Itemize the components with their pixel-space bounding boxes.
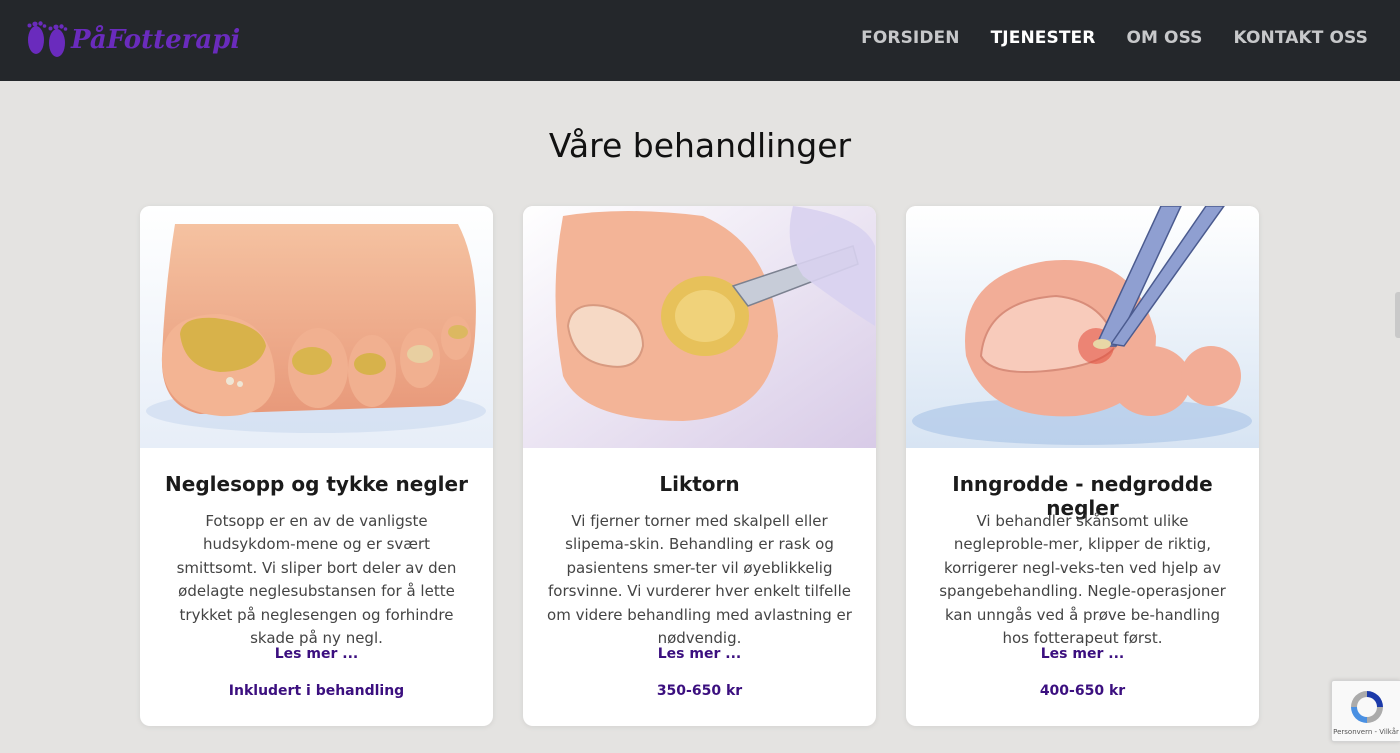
corn-removal-illustration — [523, 206, 876, 448]
site-logo[interactable]: PåFotterapi — [22, 10, 240, 68]
card-description: Vi fjerner torner med skalpell eller sli… — [547, 512, 852, 648]
nav-tjenester[interactable]: TJENESTER — [991, 28, 1096, 48]
page-title: Våre behandlinger — [548, 126, 852, 165]
read-more-link[interactable]: Les mer ... — [523, 646, 876, 662]
card-description: Vi behandler skånsomt ulike negleproble-… — [939, 512, 1226, 648]
toenail-fungus-illustration — [140, 206, 493, 448]
side-tab[interactable] — [1395, 292, 1400, 338]
card-title: Liktorn — [659, 472, 740, 496]
nav-kontakt-oss[interactable]: KONTAKT OSS — [1234, 28, 1369, 48]
card-price: 350-650 kr — [656, 683, 743, 699]
recaptcha-icon — [1351, 691, 1383, 723]
nav-om-oss[interactable]: OM OSS — [1126, 28, 1202, 48]
treatment-card-liktorn: Liktorn Vi fjerner torner med skalpell e… — [523, 206, 876, 726]
recaptcha-privacy-label[interactable]: Personvern - Vilkår — [1332, 728, 1400, 736]
treatment-card-neglesopp: Neglesopp og tykke negler Fotsopp er en … — [140, 206, 493, 726]
nav-forsiden[interactable]: FORSIDEN — [861, 28, 959, 48]
footprints-icon — [27, 21, 68, 57]
treatment-card-inngrodde: Inngrodde - nedgrodde negler Vi behandle… — [906, 206, 1259, 726]
main-nav: FORSIDEN TJENESTER OM OSS KONTAKT OSS — [861, 28, 1368, 48]
read-more-link[interactable]: Les mer ... — [140, 646, 493, 662]
card-price: Inkludert i behandling — [228, 683, 405, 699]
card-price: 400-650 kr — [1039, 683, 1126, 699]
read-more-link[interactable]: Les mer ... — [906, 646, 1259, 662]
recaptcha-badge[interactable]: Personvern - Vilkår — [1331, 680, 1400, 742]
site-header: PåFotterapi FORSIDEN TJENESTER OM OSS KO… — [0, 0, 1400, 81]
ingrown-nail-illustration — [906, 206, 1259, 448]
card-description: Fotsopp er en av de vanligste hudsykdom-… — [176, 512, 457, 648]
card-title: Neglesopp og tykke negler — [165, 472, 468, 496]
logo-text: PåFotterapi — [70, 24, 240, 55]
